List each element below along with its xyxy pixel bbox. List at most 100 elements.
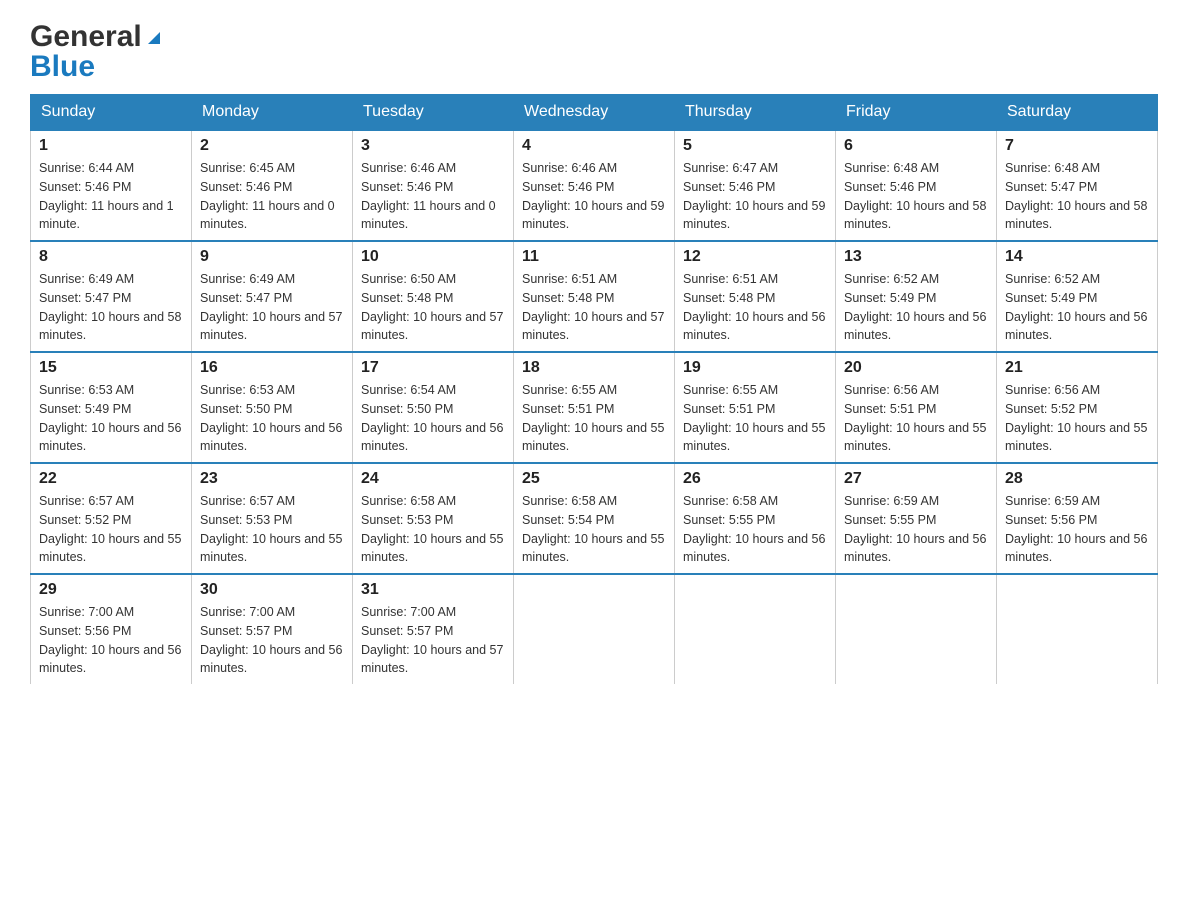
calendar-cell: 3 Sunrise: 6:46 AMSunset: 5:46 PMDaylight… (353, 130, 514, 241)
day-info: Sunrise: 6:56 AMSunset: 5:51 PMDaylight:… (844, 381, 988, 456)
calendar-cell: 21 Sunrise: 6:56 AMSunset: 5:52 PMDayligh… (997, 352, 1158, 463)
calendar-cell: 20 Sunrise: 6:56 AMSunset: 5:51 PMDayligh… (836, 352, 997, 463)
day-number: 3 (361, 137, 505, 155)
day-number: 21 (1005, 359, 1149, 377)
day-number: 5 (683, 137, 827, 155)
calendar-cell: 23 Sunrise: 6:57 AMSunset: 5:53 PMDayligh… (192, 463, 353, 574)
day-info: Sunrise: 6:48 AMSunset: 5:47 PMDaylight:… (1005, 159, 1149, 234)
calendar-header-friday: Friday (836, 95, 997, 131)
day-info: Sunrise: 6:46 AMSunset: 5:46 PMDaylight:… (522, 159, 666, 234)
calendar-cell (675, 574, 836, 684)
calendar-cell: 29 Sunrise: 7:00 AMSunset: 5:56 PMDayligh… (31, 574, 192, 684)
day-info: Sunrise: 6:45 AMSunset: 5:46 PMDaylight:… (200, 159, 344, 234)
calendar-cell: 15 Sunrise: 6:53 AMSunset: 5:49 PMDayligh… (31, 352, 192, 463)
calendar-week-row: 1Sunrise: 6:44 AMSunset: 5:46 PMDaylight… (31, 130, 1158, 241)
day-info: Sunrise: 7:00 AMSunset: 5:57 PMDaylight:… (361, 603, 505, 678)
day-number: 8 (39, 248, 183, 266)
day-info: Sunrise: 7:00 AMSunset: 5:57 PMDaylight:… (200, 603, 344, 678)
day-number: 28 (1005, 470, 1149, 488)
calendar-cell: 16 Sunrise: 6:53 AMSunset: 5:50 PMDayligh… (192, 352, 353, 463)
calendar-header-row: SundayMondayTuesdayWednesdayThursdayFrid… (31, 95, 1158, 131)
day-number: 15 (39, 359, 183, 377)
day-info: Sunrise: 6:49 AMSunset: 5:47 PMDaylight:… (39, 270, 183, 345)
day-number: 22 (39, 470, 183, 488)
day-info: Sunrise: 6:50 AMSunset: 5:48 PMDaylight:… (361, 270, 505, 345)
calendar-cell: 2 Sunrise: 6:45 AMSunset: 5:46 PMDaylight… (192, 130, 353, 241)
logo-general-text: General (30, 20, 142, 54)
day-info: Sunrise: 6:57 AMSunset: 5:52 PMDaylight:… (39, 492, 183, 567)
calendar-cell: 28 Sunrise: 6:59 AMSunset: 5:56 PMDayligh… (997, 463, 1158, 574)
calendar-cell: 24 Sunrise: 6:58 AMSunset: 5:53 PMDayligh… (353, 463, 514, 574)
calendar-week-row: 29 Sunrise: 7:00 AMSunset: 5:56 PMDayligh… (31, 574, 1158, 684)
calendar-cell: 17 Sunrise: 6:54 AMSunset: 5:50 PMDayligh… (353, 352, 514, 463)
day-info: Sunrise: 6:58 AMSunset: 5:53 PMDaylight:… (361, 492, 505, 567)
day-number: 7 (1005, 137, 1149, 155)
day-info: Sunrise: 6:53 AMSunset: 5:50 PMDaylight:… (200, 381, 344, 456)
calendar-cell: 4 Sunrise: 6:46 AMSunset: 5:46 PMDaylight… (514, 130, 675, 241)
day-info: Sunrise: 6:56 AMSunset: 5:52 PMDaylight:… (1005, 381, 1149, 456)
day-info: Sunrise: 6:47 AMSunset: 5:46 PMDaylight:… (683, 159, 827, 234)
day-info: Sunrise: 6:58 AMSunset: 5:54 PMDaylight:… (522, 492, 666, 567)
day-number: 4 (522, 137, 666, 155)
day-info: Sunrise: 6:49 AMSunset: 5:47 PMDaylight:… (200, 270, 344, 345)
day-info: Sunrise: 6:51 AMSunset: 5:48 PMDaylight:… (683, 270, 827, 345)
calendar-cell: 1Sunrise: 6:44 AMSunset: 5:46 PMDaylight… (31, 130, 192, 241)
day-info: Sunrise: 6:57 AMSunset: 5:53 PMDaylight:… (200, 492, 344, 567)
page-header: General Blue (30, 20, 1158, 84)
logo-triangle-icon (143, 26, 165, 48)
calendar-cell: 31Sunrise: 7:00 AMSunset: 5:57 PMDayligh… (353, 574, 514, 684)
calendar-cell: 25 Sunrise: 6:58 AMSunset: 5:54 PMDayligh… (514, 463, 675, 574)
day-info: Sunrise: 6:46 AMSunset: 5:46 PMDaylight:… (361, 159, 505, 234)
day-info: Sunrise: 6:44 AMSunset: 5:46 PMDaylight:… (39, 159, 183, 234)
day-number: 20 (844, 359, 988, 377)
calendar-header-monday: Monday (192, 95, 353, 131)
calendar-cell: 11 Sunrise: 6:51 AMSunset: 5:48 PMDayligh… (514, 241, 675, 352)
day-number: 2 (200, 137, 344, 155)
day-info: Sunrise: 6:54 AMSunset: 5:50 PMDaylight:… (361, 381, 505, 456)
day-number: 19 (683, 359, 827, 377)
day-info: Sunrise: 6:51 AMSunset: 5:48 PMDaylight:… (522, 270, 666, 345)
day-number: 18 (522, 359, 666, 377)
day-info: Sunrise: 6:59 AMSunset: 5:56 PMDaylight:… (1005, 492, 1149, 567)
calendar-cell (514, 574, 675, 684)
calendar-cell: 9 Sunrise: 6:49 AMSunset: 5:47 PMDaylight… (192, 241, 353, 352)
calendar-cell (836, 574, 997, 684)
day-info: Sunrise: 6:55 AMSunset: 5:51 PMDaylight:… (683, 381, 827, 456)
logo: General Blue (30, 20, 165, 84)
day-number: 10 (361, 248, 505, 266)
day-number: 30 (200, 581, 344, 599)
day-number: 29 (39, 581, 183, 599)
calendar-cell: 26 Sunrise: 6:58 AMSunset: 5:55 PMDayligh… (675, 463, 836, 574)
day-info: Sunrise: 7:00 AMSunset: 5:56 PMDaylight:… (39, 603, 183, 678)
calendar-cell: 10 Sunrise: 6:50 AMSunset: 5:48 PMDayligh… (353, 241, 514, 352)
day-info: Sunrise: 6:52 AMSunset: 5:49 PMDaylight:… (1005, 270, 1149, 345)
day-number: 25 (522, 470, 666, 488)
calendar-header-saturday: Saturday (997, 95, 1158, 131)
day-number: 26 (683, 470, 827, 488)
calendar-cell: 22 Sunrise: 6:57 AMSunset: 5:52 PMDayligh… (31, 463, 192, 574)
calendar-week-row: 15 Sunrise: 6:53 AMSunset: 5:49 PMDayligh… (31, 352, 1158, 463)
calendar-cell: 19 Sunrise: 6:55 AMSunset: 5:51 PMDayligh… (675, 352, 836, 463)
day-number: 17 (361, 359, 505, 377)
day-info: Sunrise: 6:58 AMSunset: 5:55 PMDaylight:… (683, 492, 827, 567)
calendar-cell: 5 Sunrise: 6:47 AMSunset: 5:46 PMDaylight… (675, 130, 836, 241)
day-number: 11 (522, 248, 666, 266)
calendar-week-row: 8 Sunrise: 6:49 AMSunset: 5:47 PMDaylight… (31, 241, 1158, 352)
logo-blue-text: Blue (30, 50, 95, 84)
day-info: Sunrise: 6:52 AMSunset: 5:49 PMDaylight:… (844, 270, 988, 345)
day-info: Sunrise: 6:59 AMSunset: 5:55 PMDaylight:… (844, 492, 988, 567)
day-number: 23 (200, 470, 344, 488)
calendar-cell: 18Sunrise: 6:55 AMSunset: 5:51 PMDayligh… (514, 352, 675, 463)
calendar-cell: 7 Sunrise: 6:48 AMSunset: 5:47 PMDaylight… (997, 130, 1158, 241)
calendar-cell: 14Sunrise: 6:52 AMSunset: 5:49 PMDayligh… (997, 241, 1158, 352)
calendar-header-wednesday: Wednesday (514, 95, 675, 131)
day-number: 16 (200, 359, 344, 377)
day-number: 9 (200, 248, 344, 266)
day-info: Sunrise: 6:53 AMSunset: 5:49 PMDaylight:… (39, 381, 183, 456)
day-number: 6 (844, 137, 988, 155)
calendar-cell: 13Sunrise: 6:52 AMSunset: 5:49 PMDayligh… (836, 241, 997, 352)
calendar-cell: 27Sunrise: 6:59 AMSunset: 5:55 PMDayligh… (836, 463, 997, 574)
day-number: 24 (361, 470, 505, 488)
calendar-table: SundayMondayTuesdayWednesdayThursdayFrid… (30, 94, 1158, 684)
calendar-header-sunday: Sunday (31, 95, 192, 131)
